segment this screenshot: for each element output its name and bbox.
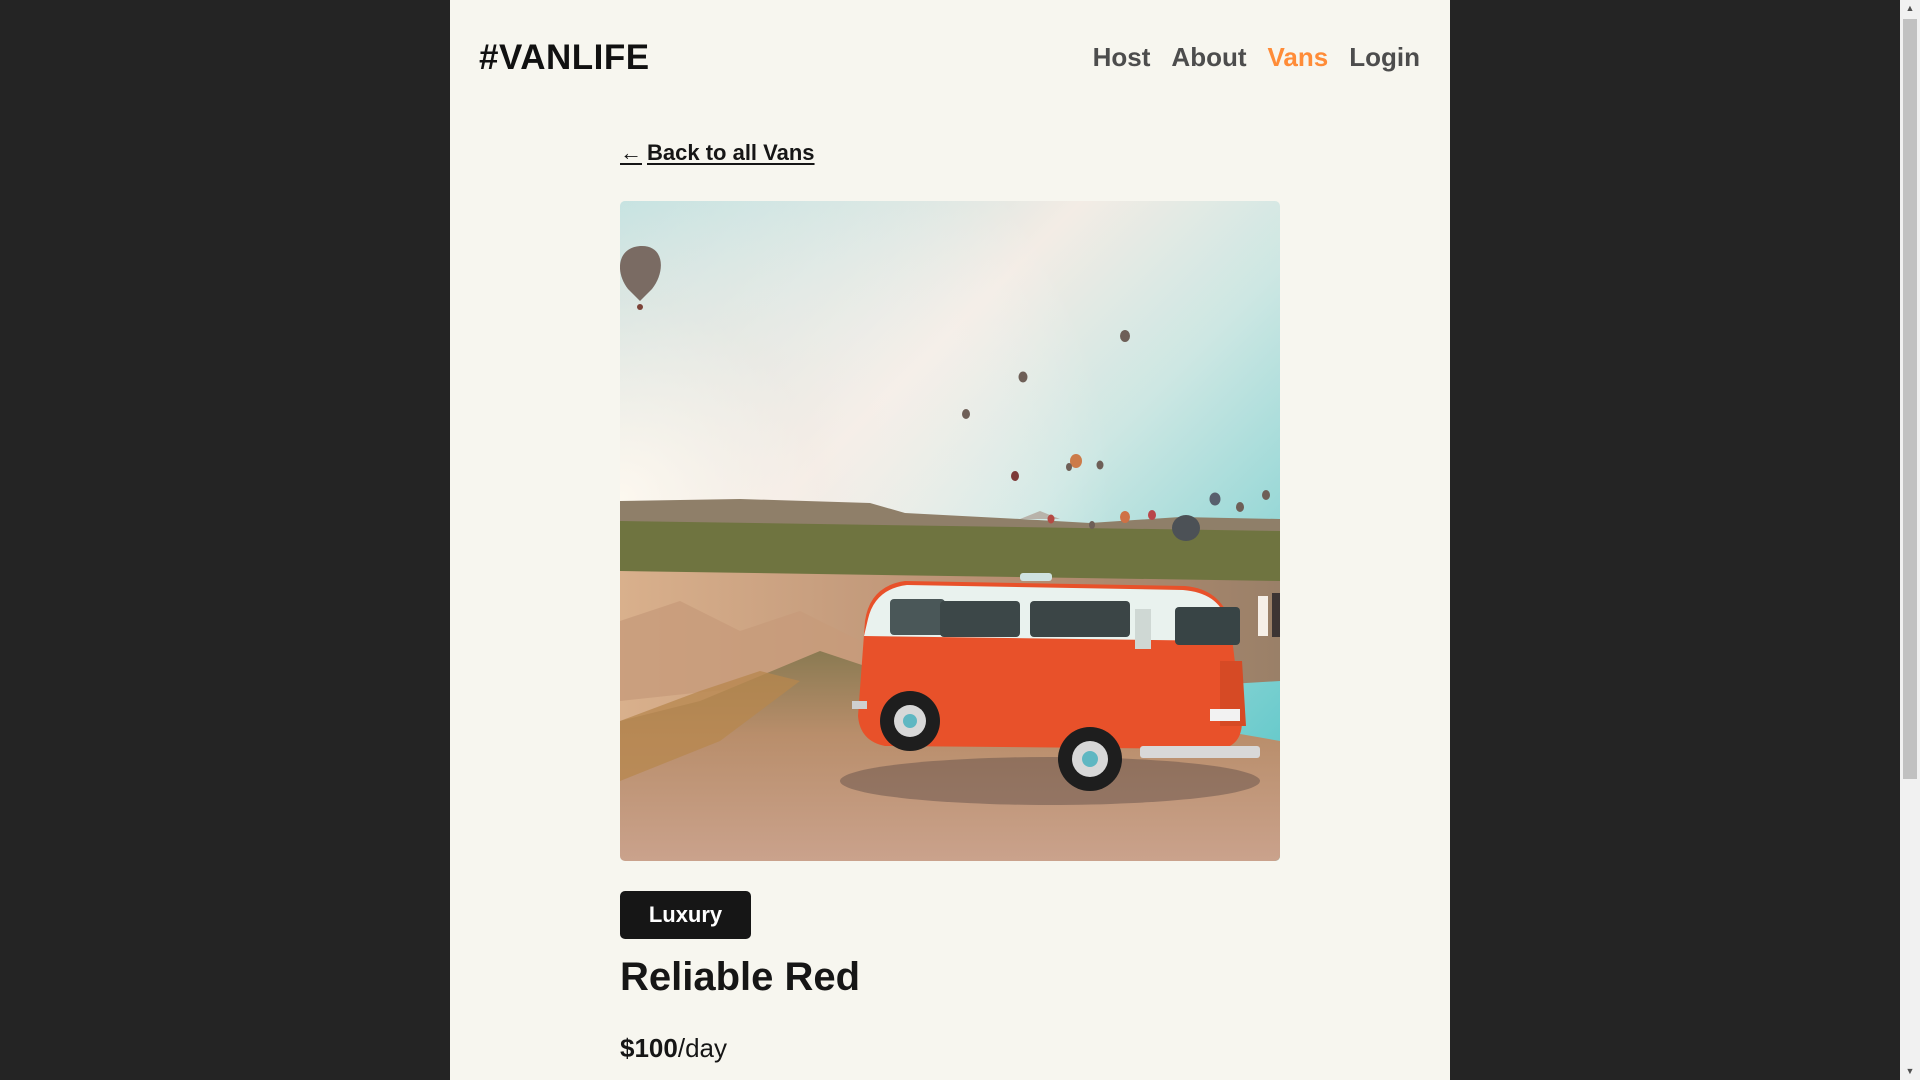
van-photo-illustration	[620, 201, 1280, 861]
scroll-down-icon[interactable]: ▼	[1900, 1063, 1920, 1080]
site-header: #VANLIFE Host About Vans Login	[450, 0, 1450, 118]
back-link-label: Back to all Vans	[647, 140, 815, 165]
scroll-up-icon[interactable]: ▲	[1900, 0, 1920, 17]
van-price: $100/day	[620, 1033, 727, 1064]
app-container: #VANLIFE Host About Vans Login ← Back to …	[450, 0, 1450, 1080]
nav-host[interactable]: Host	[1093, 42, 1151, 73]
van-type-badge: Luxury	[620, 891, 751, 939]
nav-vans[interactable]: Vans	[1268, 42, 1329, 73]
nav-login[interactable]: Login	[1349, 42, 1420, 73]
page-scrollbar[interactable]: ▲ ▼	[1900, 0, 1920, 1080]
left-arrow-icon: ←	[620, 140, 642, 165]
back-to-vans-link[interactable]: ← Back to all Vans	[620, 140, 815, 166]
nav-about[interactable]: About	[1171, 42, 1246, 73]
main-nav: Host About Vans Login	[1093, 42, 1420, 73]
price-amount: $100	[620, 1033, 678, 1063]
van-image	[620, 201, 1280, 861]
price-unit: /day	[677, 1033, 727, 1063]
scrollbar-thumb[interactable]	[1903, 19, 1917, 779]
site-logo[interactable]: #VANLIFE	[479, 38, 650, 78]
van-name: Reliable Red	[620, 955, 861, 999]
